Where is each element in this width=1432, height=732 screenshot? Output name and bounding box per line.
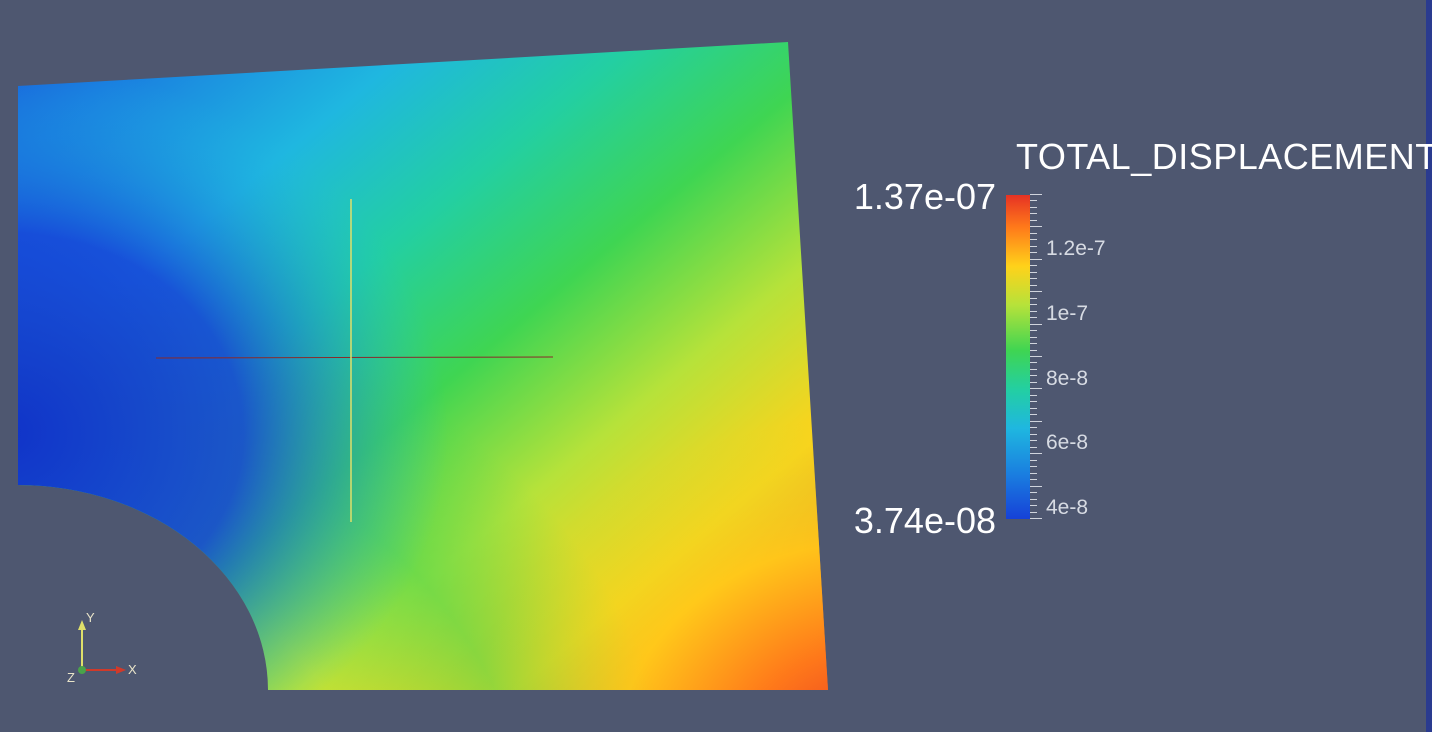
legend-tick bbox=[1030, 362, 1037, 363]
axis-x-label: X bbox=[128, 662, 137, 677]
legend-tick bbox=[1030, 265, 1037, 266]
window-right-accent bbox=[1426, 0, 1432, 732]
legend-tick bbox=[1030, 298, 1037, 299]
legend-tick bbox=[1030, 492, 1037, 493]
legend-tick bbox=[1030, 220, 1037, 221]
legend-tick bbox=[1030, 375, 1037, 376]
legend-tick bbox=[1030, 226, 1042, 227]
legend-tick bbox=[1030, 466, 1037, 467]
legend-tick bbox=[1030, 414, 1037, 415]
legend-tick bbox=[1030, 239, 1037, 240]
orientation-triad[interactable]: Y X Z bbox=[62, 610, 142, 690]
legend-colorbar[interactable] bbox=[1006, 195, 1030, 519]
viewport-3d[interactable]: Y X Z TOTAL_DISPLACEMENT 1.37e-07 3.74e-… bbox=[0, 0, 1432, 732]
legend-tick bbox=[1030, 350, 1037, 351]
legend-tick bbox=[1030, 369, 1037, 370]
legend-min-value: 3.74e-08 bbox=[826, 500, 996, 542]
legend-tick-label: 4e-8 bbox=[1046, 496, 1088, 520]
legend-tick bbox=[1030, 395, 1037, 396]
legend-tick bbox=[1030, 401, 1037, 402]
legend-ticks: 1.2e-7 1e-7 8e-8 6e-8 4e-8 bbox=[1030, 194, 1150, 520]
legend-tick bbox=[1030, 427, 1037, 428]
legend-tick bbox=[1030, 499, 1037, 500]
legend-tick bbox=[1030, 246, 1037, 247]
legend-tick-label: 1e-7 bbox=[1046, 302, 1088, 326]
legend-tick bbox=[1030, 434, 1037, 435]
legend-tick bbox=[1030, 473, 1037, 474]
legend-tick bbox=[1030, 512, 1037, 513]
legend-tick bbox=[1030, 388, 1042, 389]
legend-tick bbox=[1030, 440, 1037, 441]
axis-z-label: Z bbox=[67, 670, 75, 685]
legend-tick bbox=[1030, 479, 1037, 480]
legend-tick bbox=[1030, 421, 1042, 422]
legend-tick bbox=[1030, 213, 1037, 214]
legend-tick bbox=[1030, 233, 1037, 234]
legend-max-value: 1.37e-07 bbox=[826, 176, 996, 218]
legend-tick-label: 1.2e-7 bbox=[1046, 237, 1106, 261]
contour-plot[interactable] bbox=[18, 42, 828, 690]
legend-tick bbox=[1030, 382, 1037, 383]
legend-tick bbox=[1030, 324, 1042, 325]
legend-tick bbox=[1030, 285, 1037, 286]
legend-tick bbox=[1030, 343, 1037, 344]
legend-tick bbox=[1030, 518, 1042, 519]
legend-tick bbox=[1030, 194, 1042, 195]
legend-tick bbox=[1030, 291, 1042, 292]
legend-tick bbox=[1030, 408, 1037, 409]
legend-tick bbox=[1030, 200, 1037, 201]
legend-tick bbox=[1030, 252, 1037, 253]
legend-tick bbox=[1030, 330, 1037, 331]
legend-tick bbox=[1030, 317, 1037, 318]
legend-tick bbox=[1030, 304, 1037, 305]
legend-tick bbox=[1030, 447, 1037, 448]
legend-tick bbox=[1030, 460, 1037, 461]
legend-tick bbox=[1030, 207, 1037, 208]
legend-tick bbox=[1030, 453, 1042, 454]
legend-tick bbox=[1030, 486, 1042, 487]
legend-title: TOTAL_DISPLACEMENT bbox=[1016, 136, 1432, 178]
legend-tick bbox=[1030, 356, 1042, 357]
legend-tick bbox=[1030, 337, 1037, 338]
axis-y-label: Y bbox=[86, 610, 95, 625]
legend-tick bbox=[1030, 311, 1037, 312]
legend-tick bbox=[1030, 278, 1037, 279]
legend-tick bbox=[1030, 505, 1037, 506]
legend-tick-label: 8e-8 bbox=[1046, 367, 1088, 391]
legend-tick bbox=[1030, 259, 1042, 260]
legend-tick-label: 6e-8 bbox=[1046, 431, 1088, 455]
legend-tick bbox=[1030, 272, 1037, 273]
